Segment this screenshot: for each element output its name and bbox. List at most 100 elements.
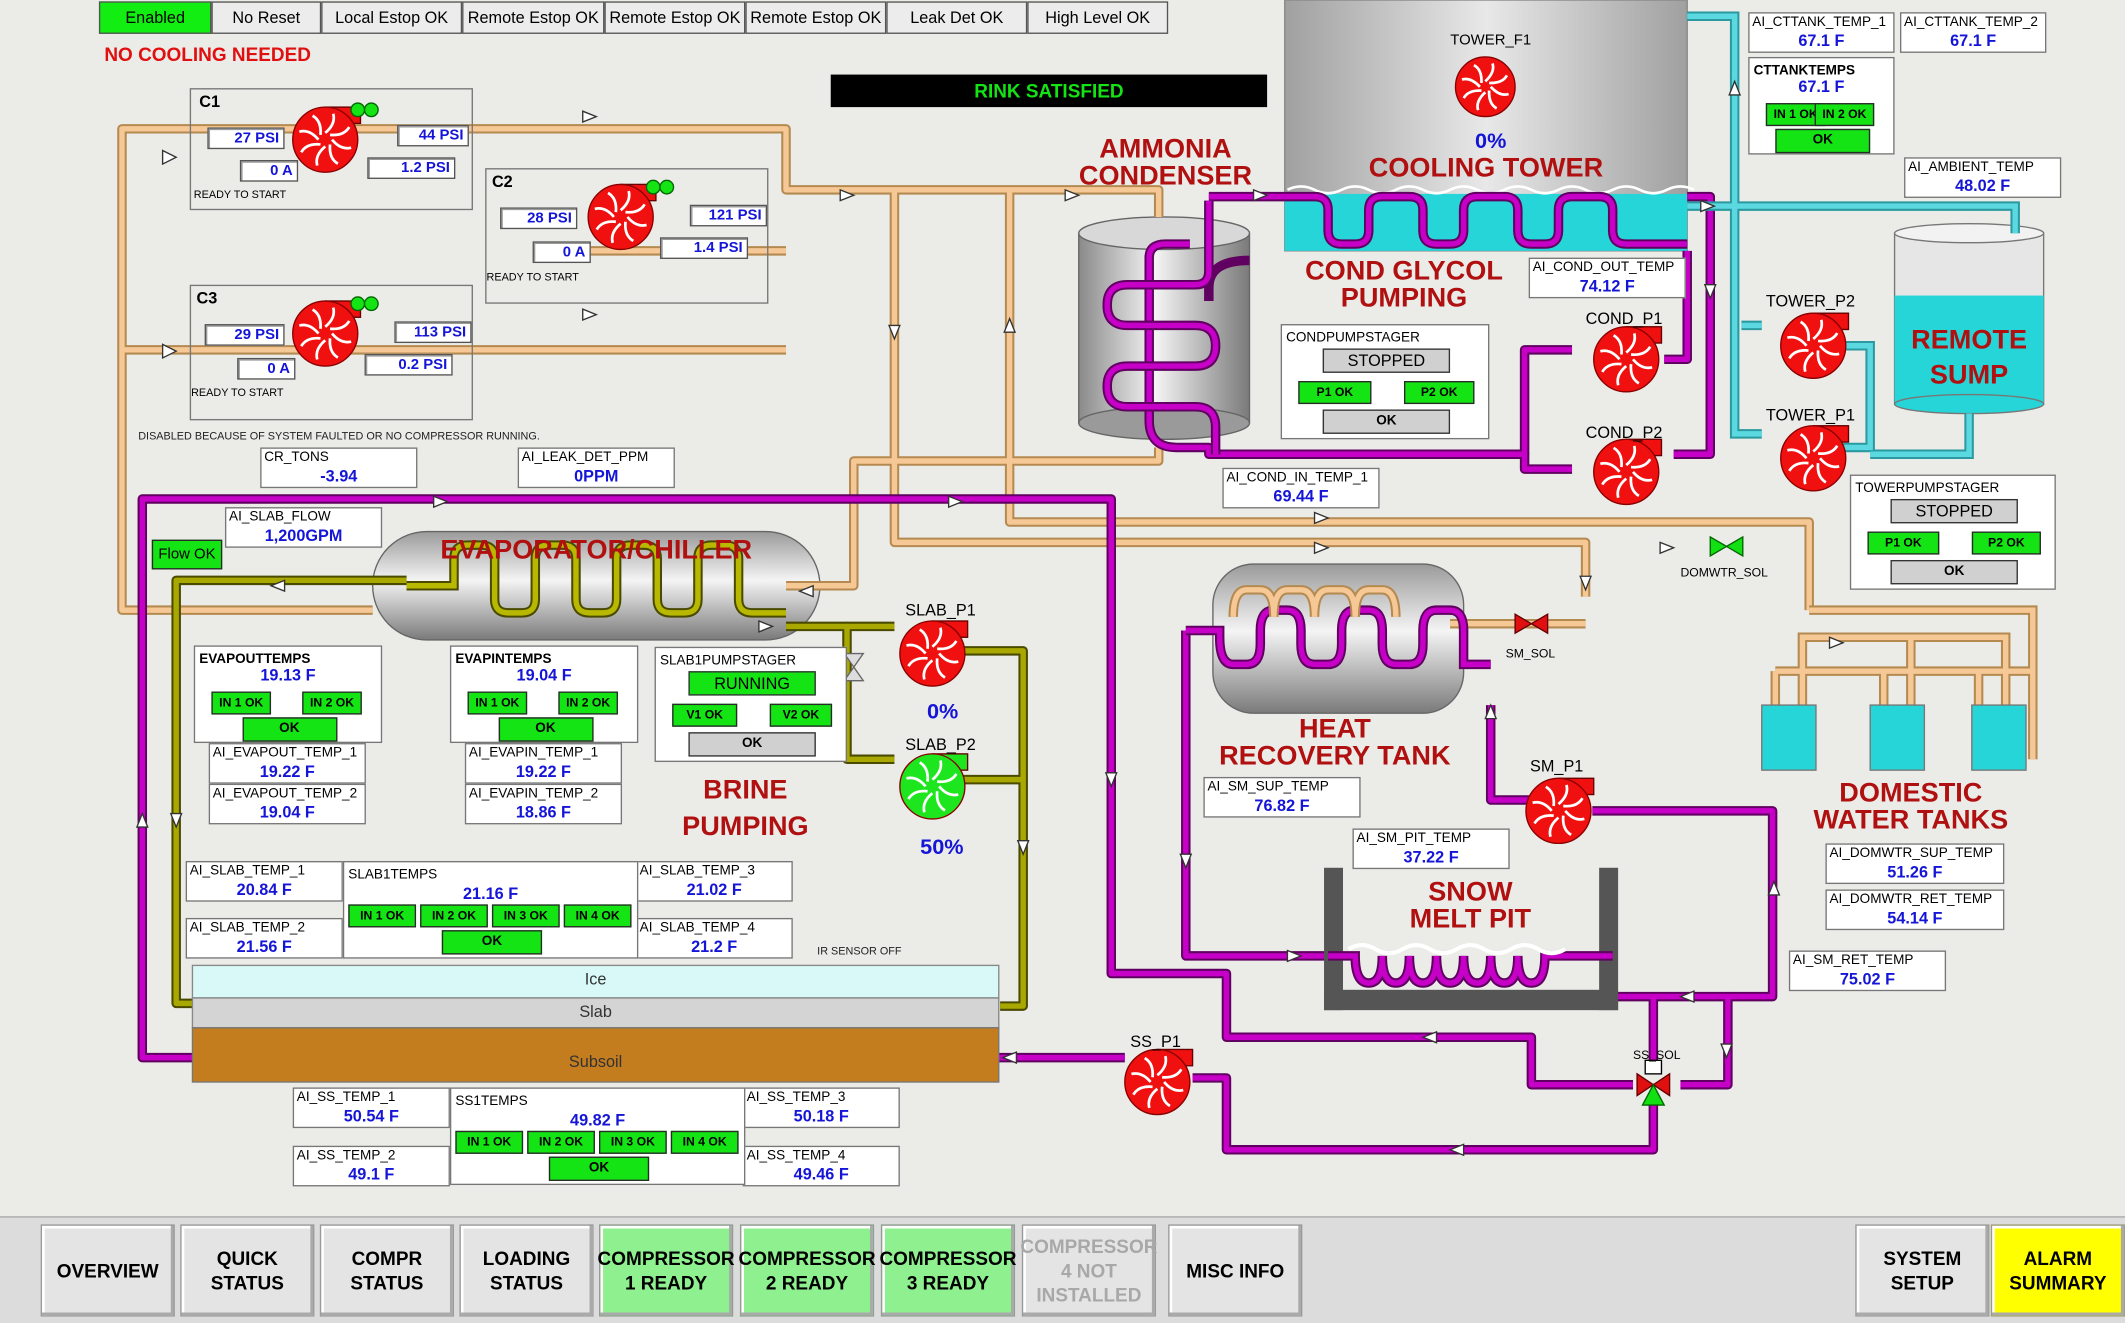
status-indicator: Remote Estop OK [462, 1, 605, 34]
readout-value: 49.1 F [348, 1164, 395, 1184]
readout-dom-sup[interactable]: AI_DOMWTR_SUP_TEMP 51.26 F [1825, 843, 2005, 885]
cooling-tower-label: COOLING TOWER [1368, 153, 1604, 184]
comp4-nav-button[interactable]: COMPRESSOR 4 NOT INSTALLED [1020, 1224, 1157, 1317]
ok-button[interactable]: OK [1322, 409, 1451, 434]
input-3-ok[interactable]: IN 3 OK [491, 904, 560, 928]
ok-button[interactable]: OK [548, 1156, 650, 1181]
input-4-ok[interactable]: IN 4 OK [670, 1130, 739, 1154]
compressor-c2-panel[interactable]: C2 28 PSI 121 PSI 0 A 1.4 PSI READY TO S… [485, 168, 769, 304]
pump-1-ok[interactable]: P1 OK [1298, 381, 1372, 405]
towerpump-panel[interactable]: TOWERPUMPSTAGER STOPPED P1 OK P2 OK OK [1849, 474, 2056, 590]
readout-evapin2[interactable]: AI_EVAPIN_TEMP_2 18.86 F [464, 783, 623, 825]
readout-ss2[interactable]: AI_SS_TEMP_2 49.1 F [292, 1145, 450, 1187]
readout-tag: AI_LEAK_DET_PPM [521, 450, 649, 466]
suction-pressure: 29 PSI [204, 324, 285, 346]
input-2-ok[interactable]: IN 2 OK [302, 691, 362, 715]
condpump-panel[interactable]: CONDPUMPSTAGER STOPPED P1 OK P2 OK OK [1280, 324, 1490, 440]
slab1temps-panel[interactable]: SLAB1TEMPS 21.16 F IN 1 OK IN 2 OK IN 3 OK IN… [342, 860, 639, 959]
readout-evapin1[interactable]: AI_EVAPIN_TEMP_1 19.22 F [464, 743, 623, 784]
ok-button[interactable]: OK [1890, 559, 2018, 585]
system-nav-button[interactable]: SYSTEM SETUP [1855, 1224, 1990, 1317]
readout-ss1[interactable]: AI_SS_TEMP_1 50.54 F [292, 1087, 450, 1129]
ok-button[interactable]: OK [241, 717, 337, 742]
pump-2-ok[interactable]: P2 OK [1971, 531, 2041, 555]
ok-button[interactable]: OK [688, 732, 816, 757]
cttank-panel[interactable]: CTTANKTEMPS 67.1 F IN 1 OK IN 2 OK OK [1748, 56, 1895, 155]
brine-pumping-label: BRINE PUMPING [682, 775, 809, 843]
input-1-ok[interactable]: IN 1 OK [348, 904, 417, 928]
pump-1-ok[interactable]: V1 OK [672, 703, 738, 727]
input-2-ok[interactable]: IN 2 OK [1814, 103, 1875, 127]
quick-nav-button[interactable]: QUICK STATUS [180, 1224, 315, 1317]
readout-slab3[interactable]: AI_SLAB_TEMP_3 21.02 F [635, 860, 793, 902]
tower-p2-label: TOWER_P2 [1765, 291, 1855, 311]
loading-nav-button[interactable]: LOADING STATUS [459, 1224, 594, 1317]
input-2-ok[interactable]: IN 2 OK [527, 1130, 595, 1154]
evapout-panel[interactable]: EVAPOUTTEMPS 19.13 F IN 1 OK IN 2 OK OK [193, 645, 383, 744]
readout-slab4[interactable]: AI_SLAB_TEMP_4 21.2 F [635, 917, 793, 959]
compressor-c3-panel[interactable]: C3 29 PSI 113 PSI 0 A 0.2 PSI READY TO S… [189, 284, 473, 421]
ok-button[interactable]: OK [441, 930, 543, 955]
readout-tag: AI_DOMWTR_SUP_TEMP [1829, 846, 1993, 861]
input-1-ok[interactable]: IN 1 OK [455, 1130, 524, 1154]
discharge-pressure: 121 PSI [689, 204, 768, 227]
readout-sm-ret[interactable]: AI_SM_RET_TEMP 75.02 F [1788, 950, 1947, 992]
misc-nav-button[interactable]: MISC INFO [1168, 1224, 1303, 1317]
readout-value: 18.86 F [515, 802, 572, 822]
readout-slab-flow[interactable]: AI_SLAB_FLOW 1,200GPM [224, 507, 383, 548]
input-2-ok[interactable]: IN 2 OK [558, 691, 618, 715]
input-1-ok[interactable]: IN 1 OK [467, 691, 528, 715]
readout-tag: AI_SS_TEMP_3 [746, 1090, 846, 1106]
readout-evapout1[interactable]: AI_EVAPOUT_TEMP_1 19.22 F [208, 743, 366, 784]
comp3-nav-button[interactable]: COMPRESSOR 3 READY [879, 1224, 1016, 1317]
pump-1-ok[interactable]: P1 OK [1867, 531, 1940, 555]
compressor-c1-panel[interactable]: C1 27 PSI 44 PSI 0 A 1.2 PSI READY TO ST… [189, 88, 473, 211]
readout-tag: AI_SM_PIT_TEMP [1356, 831, 1472, 847]
cond-p1-label: COND_P1 [1585, 309, 1663, 329]
readout-sm-pit[interactable]: AI_SM_PIT_TEMP 37.22 F [1352, 828, 1510, 870]
compressor-state: READY TO START [486, 271, 579, 284]
readout-cond-out[interactable]: AI_COND_OUT_TEMP 74.12 F [1528, 257, 1686, 299]
pump-2-ok[interactable]: V2 OK [769, 703, 833, 727]
snow-melt-label: SNOW MELT PIT [1409, 877, 1532, 935]
readout-evapout2[interactable]: AI_EVAPOUT_TEMP_2 19.04 F [208, 783, 366, 825]
readout-ss3[interactable]: AI_SS_TEMP_3 50.18 F [742, 1087, 900, 1129]
ss1temps-panel[interactable]: SS1TEMPS 49.82 F IN 1 OK IN 2 OK IN 3 OK IN 4… [449, 1087, 746, 1186]
amps: 0 A [239, 159, 299, 182]
compressor-state: READY TO START [193, 188, 287, 201]
readout-sm-sup[interactable]: AI_SM_SUP_TEMP 76.82 F [1203, 776, 1361, 818]
amps: 0 A [237, 357, 296, 380]
slab1pump-panel[interactable]: SLAB1PUMPSTAGER RUNNING V1 OK V2 OK OK [654, 646, 848, 763]
readout-cttank2[interactable]: AI_CTTANK_TEMP_2 67.1 F [1899, 12, 2047, 53]
readout-cond-in[interactable]: AI_COND_IN_TEMP_1 69.44 F [1222, 467, 1380, 509]
panel-title: SLAB1TEMPS [348, 867, 438, 883]
alarm-nav-button[interactable]: ALARM SUMMARY [1990, 1224, 2125, 1317]
status-indicator: Enabled [98, 1, 212, 34]
readout-cttank1[interactable]: AI_CTTANK_TEMP_1 67.1 F [1748, 12, 1895, 53]
suction-pressure: 28 PSI [500, 207, 578, 230]
overview-nav-button[interactable]: OVERVIEW [40, 1224, 175, 1317]
slab-p2-label: SLAB_P2 [905, 734, 976, 754]
status-indicator: Leak Det OK [886, 1, 1028, 34]
input-2-ok[interactable]: IN 2 OK [420, 904, 488, 928]
input-1-ok[interactable]: IN 1 OK [211, 691, 272, 715]
comp1-nav-button[interactable]: COMPRESSOR 1 READY [598, 1224, 735, 1317]
pump-2-ok[interactable]: P2 OK [1403, 381, 1475, 405]
readout-dom-ret[interactable]: AI_DOMWTR_RET_TEMP 54.14 F [1825, 889, 2005, 931]
readout-tag: AI_SS_TEMP_4 [746, 1148, 846, 1164]
ok-button[interactable]: OK [1775, 128, 1871, 154]
input-4-ok[interactable]: IN 4 OK [563, 904, 632, 928]
readout-leak[interactable]: AI_LEAK_DET_PPM 0PPM [517, 447, 675, 489]
cond-p2-label: COND_P2 [1585, 423, 1663, 443]
comp2-nav-button[interactable]: COMPRESSOR 2 READY [738, 1224, 876, 1317]
readout-slab1[interactable]: AI_SLAB_TEMP_1 20.84 F [185, 860, 343, 902]
slab-layer-label: Slab [579, 1002, 612, 1021]
ok-button[interactable]: OK [498, 717, 593, 742]
readout-slab2[interactable]: AI_SLAB_TEMP_2 21.56 F [185, 917, 343, 959]
readout-ss4[interactable]: AI_SS_TEMP_4 49.46 F [742, 1145, 900, 1187]
input-3-ok[interactable]: IN 3 OK [598, 1130, 667, 1154]
compr-nav-button[interactable]: COMPR STATUS [319, 1224, 454, 1317]
readout-ambient[interactable]: AI_AMBIENT_TEMP 48.02 F [1904, 157, 2062, 198]
evapin-panel[interactable]: EVAPINTEMPS 19.04 F IN 1 OK IN 2 OK OK [449, 645, 639, 744]
readout-cr-tons[interactable]: CR_TONS -3.94 [260, 447, 418, 489]
